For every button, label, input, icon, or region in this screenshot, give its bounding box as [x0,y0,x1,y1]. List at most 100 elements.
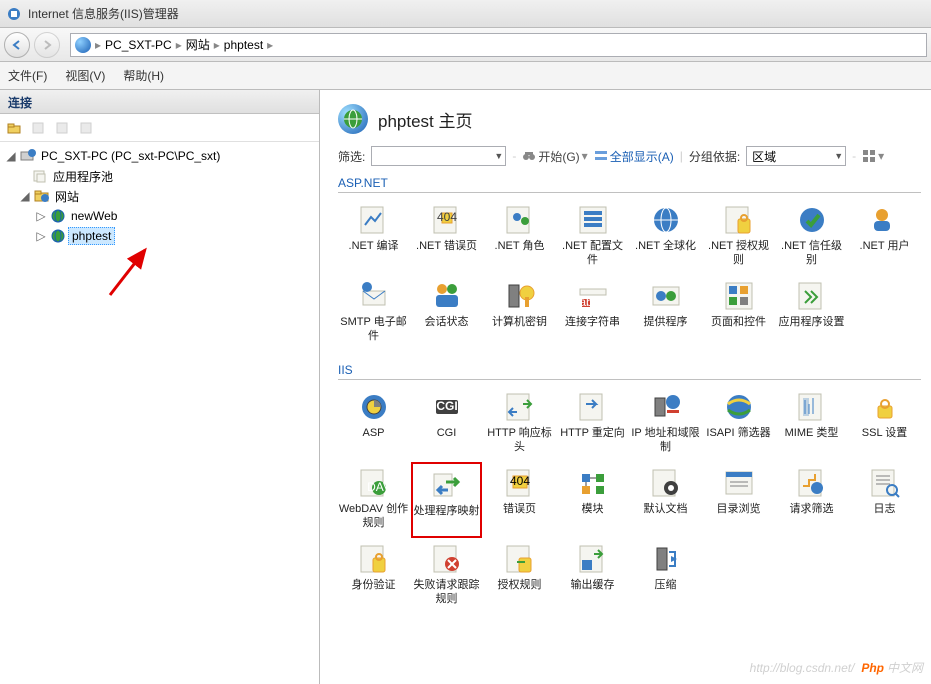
feature-item[interactable]: 404错误页 [484,462,555,538]
feature-label: .NET 授权规则 [703,239,774,267]
feature-item[interactable]: .NET 授权规则 [703,199,774,275]
menu-file[interactable]: 文件(F) [8,67,47,84]
chevron-right-icon: ▸ [176,38,182,52]
tree: ◢ PC_SXT-PC (PC_sxt-PC\PC_sxt) 应用程序池 ◢ 网… [0,142,319,684]
feature-item[interactable]: 输出缓存 [557,538,628,614]
feature-item[interactable]: 计算机密钥 [484,275,555,351]
tree-newweb[interactable]: ▷ newWeb [2,206,317,226]
expand-icon[interactable]: ▷ [34,209,48,223]
feature-item[interactable]: 目录浏览 [703,462,774,538]
feature-icon [649,279,683,313]
navbar: ▸ PC_SXT-PC ▸ 网站 ▸ phptest ▸ [0,28,931,62]
feature-item[interactable]: 会话状态 [411,275,482,351]
feature-item[interactable]: ASP [338,386,409,462]
groupby-combo[interactable]: 区域 ▼ [746,146,846,166]
page-title: phptest 主页 [378,107,473,132]
feature-item[interactable]: 处理程序映射 [411,462,482,538]
feature-item[interactable]: HTTP 响应标头 [484,386,555,462]
save-icon[interactable] [28,118,48,138]
back-button[interactable] [4,32,30,58]
feature-label: ASP [362,426,384,440]
tree-apppool[interactable]: 应用程序池 [2,166,317,186]
feature-icon [649,466,683,500]
feature-label: 授权规则 [498,578,542,592]
chevron-right-icon: ▸ [214,38,220,52]
view-button[interactable]: ▾ [862,149,884,163]
forward-button[interactable] [34,32,60,58]
tree-phptest[interactable]: ▷ phptest [2,226,317,246]
feature-icon [795,466,829,500]
feature-item[interactable]: DAVWebDAV 创作规则 [338,462,409,538]
menu-view[interactable]: 视图(V) [65,67,105,84]
chevron-right-icon: ▸ [267,38,273,52]
feature-icon [503,279,537,313]
breadcrumb-server[interactable]: PC_SXT-PC [105,38,172,52]
feature-item[interactable]: 模块 [557,462,628,538]
chevron-down-icon: ▼ [834,151,843,161]
feature-item[interactable]: SMTP 电子邮件 [338,275,409,351]
feature-item[interactable]: ISAPI 筛选器 [703,386,774,462]
connect-icon[interactable] [4,118,24,138]
expand-icon[interactable]: ▷ [34,229,48,243]
sep: | [680,149,683,163]
feature-label: 身份验证 [352,578,396,592]
collapse-icon[interactable]: ◢ [4,149,18,163]
showall-label: 全部显示(A) [610,148,674,165]
filter-input[interactable]: ▼ [371,146,506,166]
feature-item[interactable]: .NET 角色 [484,199,555,275]
tree-server[interactable]: ◢ PC_SXT-PC (PC_sxt-PC\PC_sxt) [2,146,317,166]
feature-label: 压缩 [655,578,677,592]
go-button[interactable]: 开始(G) ▾ [522,148,587,165]
page-header: phptest 主页 [328,98,931,144]
feature-item[interactable]: 身份验证 [338,538,409,614]
site-icon [338,104,368,134]
breadcrumb[interactable]: ▸ PC_SXT-PC ▸ 网站 ▸ phptest ▸ [70,33,927,57]
feature-item[interactable]: CGICGI [411,386,482,462]
feature-item[interactable]: 404.NET 错误页 [411,199,482,275]
feature-item[interactable]: 压缩 [630,538,701,614]
showall-button[interactable]: 全部显示(A) [594,148,674,165]
feature-icon [430,279,464,313]
stop-icon[interactable] [76,118,96,138]
feature-label: 错误页 [503,502,536,516]
feature-item[interactable]: 提供程序 [630,275,701,351]
feature-item[interactable]: .NET 信任级别 [776,199,847,275]
feature-item[interactable]: .NET 编译 [338,199,409,275]
feature-item[interactable]: SSL 设置 [849,386,920,462]
feature-item[interactable]: 默认文档 [630,462,701,538]
feature-item[interactable]: .NET 配置文件 [557,199,628,275]
server-icon [20,148,36,164]
refresh-icon[interactable] [52,118,72,138]
feature-label: 目录浏览 [717,502,761,516]
groupby-value: 区域 [749,148,834,165]
feature-item[interactable]: HTTP 重定向 [557,386,628,462]
feature-label: CGI [437,426,457,440]
feature-item[interactable]: IP 地址和域限制 [630,386,701,462]
feature-icon [722,203,756,237]
feature-label: .NET 全球化 [635,239,696,253]
breadcrumb-sites[interactable]: 网站 [186,36,210,53]
feature-item[interactable]: .NET 用户 [849,199,920,275]
collapse-icon[interactable]: ◢ [18,189,32,203]
feature-item[interactable]: ab连接字符串 [557,275,628,351]
feature-item[interactable]: 应用程序设置 [776,275,847,351]
feature-item[interactable]: 页面和控件 [703,275,774,351]
breadcrumb-app[interactable]: phptest [224,38,263,52]
feature-item[interactable]: 日志 [849,462,920,538]
feature-icon [430,468,464,502]
menu-help[interactable]: 帮助(H) [123,67,164,84]
feature-item[interactable]: 失败请求跟踪规则 [411,538,482,614]
feature-item[interactable]: MIME 类型 [776,386,847,462]
feature-item[interactable]: 授权规则 [484,538,555,614]
folder-icon [34,188,50,204]
tree-sites[interactable]: ◢ 网站 [2,186,317,206]
feature-label: 会话状态 [425,315,469,329]
feature-item[interactable]: 请求筛选 [776,462,847,538]
feature-label: 页面和控件 [711,315,766,329]
filter-bar: 筛选: ▼ - 开始(G) ▾ 全部显示(A) | 分组依据: 区域 ▼ - ▾ [328,144,931,168]
feature-icon [795,279,829,313]
feature-label: ISAPI 筛选器 [706,426,770,440]
feature-icon [722,279,756,313]
feature-item[interactable]: .NET 全球化 [630,199,701,275]
group-title: ASP.NET [338,176,921,190]
